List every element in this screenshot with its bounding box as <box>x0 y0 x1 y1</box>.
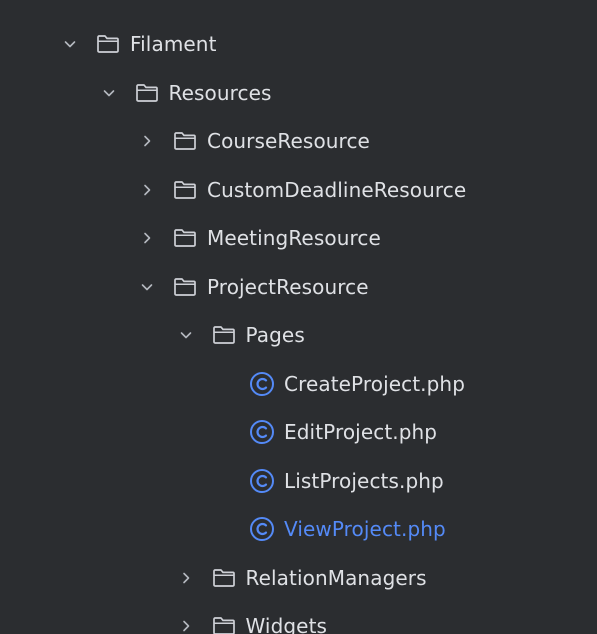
php-class-icon <box>248 467 276 495</box>
tree-node-label: Filament <box>130 32 217 57</box>
folder-icon <box>171 226 199 250</box>
tree-node-label: EditProject.php <box>284 420 438 445</box>
chevron-down-icon[interactable] <box>176 325 196 345</box>
tree-node-filament[interactable]: Filament <box>0 20 597 69</box>
tree-node-meetingresource[interactable]: MeetingResource <box>0 214 597 263</box>
folder-icon <box>210 614 238 634</box>
tree-node-editproject[interactable]: EditProject.php <box>0 408 597 457</box>
tree-node-label: CreateProject.php <box>284 371 466 396</box>
tree-node-resources[interactable]: Resources <box>0 69 597 118</box>
folder-icon <box>171 129 199 153</box>
tree-node-label: Resources <box>168 80 272 105</box>
tree-node-customdeadlineresource[interactable]: CustomDeadlineResource <box>0 166 597 215</box>
tree-node-label: ListProjects.php <box>284 468 444 493</box>
php-class-icon <box>248 370 276 398</box>
tree-node-relationmanagers[interactable]: RelationManagers <box>0 554 597 603</box>
tree-node-label: ProjectResource <box>207 274 369 299</box>
tree-node-label: Widgets <box>245 614 328 634</box>
tree-node-label: CustomDeadlineResource <box>207 177 467 202</box>
tree-node-label: RelationManagers <box>245 565 427 590</box>
folder-icon <box>94 32 122 56</box>
chevron-down-icon[interactable] <box>99 83 119 103</box>
folder-icon <box>171 275 199 299</box>
project-tree: Filament Resources CourseResource CustomDea… <box>0 20 597 634</box>
tree-node-courseresource[interactable]: CourseResource <box>0 117 597 166</box>
folder-icon <box>133 81 161 105</box>
chevron-right-icon[interactable] <box>137 228 157 248</box>
folder-icon <box>171 178 199 202</box>
chevron-right-icon[interactable] <box>176 568 196 588</box>
tree-node-projectresource[interactable]: ProjectResource <box>0 263 597 312</box>
php-class-icon <box>248 515 276 543</box>
tree-node-label: CourseResource <box>207 129 370 154</box>
tree-node-label: MeetingResource <box>207 226 381 251</box>
project-tree-panel: Filament Resources CourseResource CustomDea… <box>0 0 597 634</box>
tree-node-label: Pages <box>245 323 305 348</box>
chevron-right-icon[interactable] <box>137 180 157 200</box>
chevron-right-icon[interactable] <box>176 616 196 634</box>
folder-icon <box>210 323 238 347</box>
chevron-down-icon[interactable] <box>60 34 80 54</box>
tree-node-pages[interactable]: Pages <box>0 311 597 360</box>
tree-node-createproject[interactable]: CreateProject.php <box>0 360 597 409</box>
tree-node-viewproject[interactable]: ViewProject.php <box>0 505 597 554</box>
tree-node-listprojects[interactable]: ListProjects.php <box>0 457 597 506</box>
chevron-right-icon[interactable] <box>137 131 157 151</box>
tree-node-widgets[interactable]: Widgets <box>0 602 597 634</box>
tree-node-label: ViewProject.php <box>284 517 446 542</box>
folder-icon <box>210 566 238 590</box>
php-class-icon <box>248 418 276 446</box>
chevron-down-icon[interactable] <box>137 277 157 297</box>
